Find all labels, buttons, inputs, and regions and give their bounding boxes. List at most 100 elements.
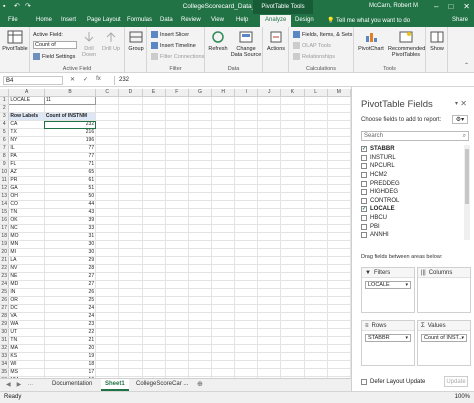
- cell[interactable]: [188, 256, 213, 265]
- cell[interactable]: [304, 240, 328, 249]
- cell[interactable]: [211, 96, 236, 105]
- cell[interactable]: [188, 168, 213, 177]
- cell[interactable]: [280, 264, 305, 273]
- tab-page-layout[interactable]: Page Layout: [87, 17, 121, 23]
- count-cell[interactable]: 71: [44, 160, 97, 169]
- cell[interactable]: [142, 352, 166, 361]
- row-label-cell[interactable]: MS: [8, 368, 45, 377]
- cell[interactable]: [280, 272, 305, 281]
- row-label-cell[interactable]: MN: [8, 240, 45, 249]
- count-cell[interactable]: 196: [44, 136, 97, 145]
- cell[interactable]: [327, 216, 351, 225]
- cell[interactable]: [280, 368, 305, 377]
- cell[interactable]: [257, 160, 282, 169]
- cell[interactable]: [327, 224, 351, 233]
- cell[interactable]: [95, 136, 120, 145]
- cell[interactable]: [142, 104, 166, 113]
- cell[interactable]: [257, 144, 282, 153]
- row-label-cell[interactable]: WA: [8, 320, 45, 329]
- row-header[interactable]: 27: [0, 304, 10, 313]
- cell[interactable]: [257, 312, 282, 321]
- cell[interactable]: [118, 176, 143, 185]
- cell[interactable]: [257, 176, 282, 185]
- cell[interactable]: [280, 280, 305, 289]
- cell[interactable]: [280, 136, 305, 145]
- cell[interactable]: [95, 104, 120, 113]
- cell[interactable]: [257, 216, 282, 225]
- checkbox[interactable]: [361, 215, 367, 222]
- cell[interactable]: [165, 128, 189, 137]
- row-label-cell[interactable]: NV: [8, 264, 45, 273]
- count-cell[interactable]: 20: [44, 344, 97, 353]
- cell[interactable]: [165, 200, 189, 209]
- cell[interactable]: [118, 368, 143, 377]
- cell[interactable]: [118, 248, 143, 257]
- row-label-cell[interactable]: FL: [8, 160, 45, 169]
- cell[interactable]: [304, 112, 328, 121]
- cell[interactable]: [118, 232, 143, 241]
- cell[interactable]: [165, 160, 189, 169]
- cell[interactable]: [165, 232, 189, 241]
- count-cell[interactable]: 23: [44, 320, 97, 329]
- defer-layout-checkbox[interactable]: Defer Layout Update: [361, 379, 425, 385]
- sheet-tab-documentation[interactable]: Documentation: [52, 381, 92, 387]
- cell[interactable]: [234, 336, 259, 345]
- cell[interactable]: [304, 96, 328, 105]
- cell[interactable]: [304, 256, 328, 265]
- count-cell[interactable]: 27: [44, 272, 97, 281]
- cell[interactable]: [165, 184, 189, 193]
- cell[interactable]: [280, 320, 305, 329]
- cell[interactable]: [304, 136, 328, 145]
- cell[interactable]: [95, 120, 120, 129]
- worksheet-grid[interactable]: ABCDEFGHIJKLM 1 LOCALE 11 2 3 Row Labels Count…: [0, 89, 351, 378]
- cell[interactable]: [327, 352, 351, 361]
- enter-icon[interactable]: ✓: [83, 76, 88, 83]
- cell[interactable]: [142, 328, 166, 337]
- column-header[interactable]: F: [165, 89, 189, 97]
- field-search-input[interactable]: Search ⌕: [361, 131, 469, 141]
- tell-me-box[interactable]: 💡 Tell me what you want to do: [327, 17, 410, 24]
- cell[interactable]: [118, 112, 143, 121]
- cell[interactable]: [304, 368, 328, 377]
- row-header[interactable]: 4: [0, 120, 10, 129]
- cell[interactable]: [118, 256, 143, 265]
- drill-up-button[interactable]: Drill Up: [101, 30, 121, 52]
- cell[interactable]: [188, 344, 213, 353]
- cell[interactable]: [234, 144, 259, 153]
- tab-help[interactable]: Help: [236, 17, 248, 23]
- cell[interactable]: [118, 360, 143, 369]
- cell[interactable]: [165, 152, 189, 161]
- field-item[interactable]: ✓ STABBR: [361, 145, 469, 154]
- field-item[interactable]: PBI: [361, 222, 469, 231]
- cell[interactable]: [142, 248, 166, 257]
- column-header[interactable]: C: [95, 89, 120, 97]
- cell[interactable]: [142, 312, 166, 321]
- cell[interactable]: [257, 240, 282, 249]
- cell[interactable]: [165, 320, 189, 329]
- cell[interactable]: [95, 160, 120, 169]
- tab-formulas[interactable]: Formulas: [127, 17, 152, 23]
- cell[interactable]: [95, 336, 120, 345]
- field-item[interactable]: INSTURL: [361, 154, 469, 163]
- row-label-cell[interactable]: NY: [8, 136, 45, 145]
- cell[interactable]: [211, 248, 236, 257]
- row-label-cell[interactable]: DC: [8, 304, 45, 313]
- cell[interactable]: [211, 144, 236, 153]
- count-cell[interactable]: 77: [44, 152, 97, 161]
- cell[interactable]: [188, 208, 213, 217]
- cell[interactable]: [165, 328, 189, 337]
- cell[interactable]: [165, 112, 189, 121]
- cell[interactable]: [165, 216, 189, 225]
- row-label-cell[interactable]: OH: [8, 192, 45, 201]
- cell[interactable]: [118, 336, 143, 345]
- count-cell[interactable]: 30: [44, 248, 97, 257]
- cell[interactable]: [234, 216, 259, 225]
- cell[interactable]: [234, 232, 259, 241]
- count-cell[interactable]: 27: [44, 280, 97, 289]
- checkbox[interactable]: [361, 163, 367, 170]
- column-header[interactable]: J: [257, 89, 282, 97]
- cell[interactable]: [234, 248, 259, 257]
- cell[interactable]: [142, 240, 166, 249]
- cell[interactable]: [211, 256, 236, 265]
- cell[interactable]: [280, 152, 305, 161]
